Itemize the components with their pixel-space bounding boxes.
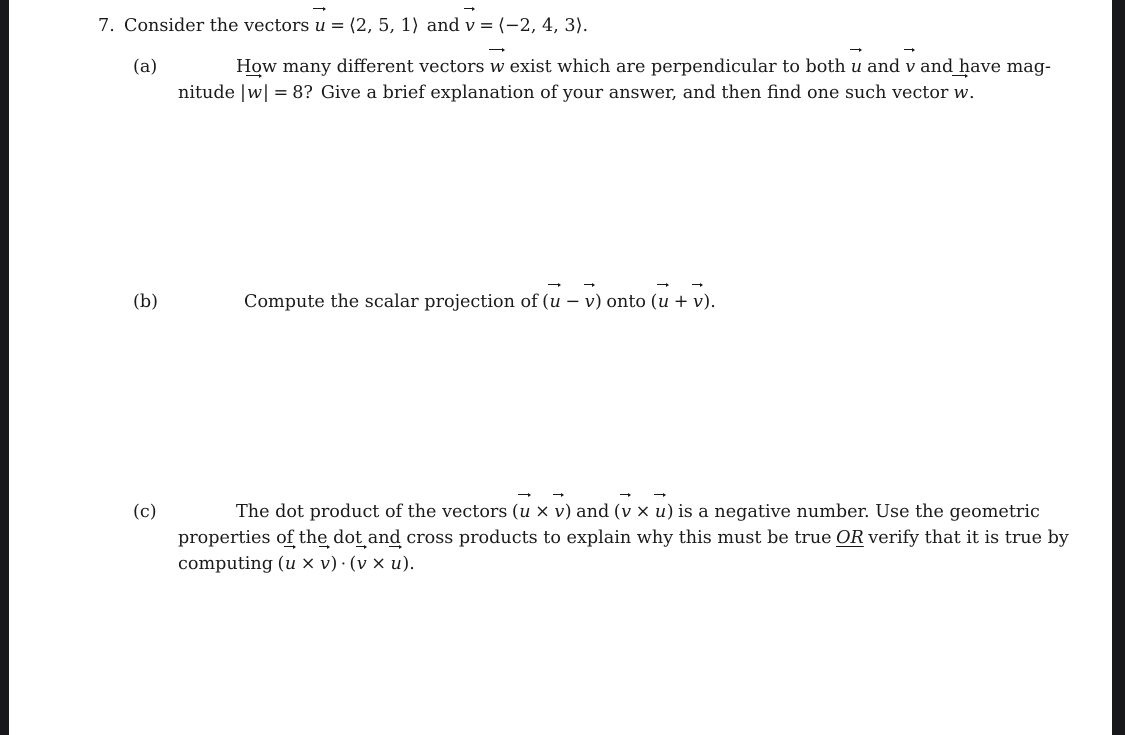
part-c-text-4: verify that it is true by bbox=[868, 528, 1069, 548]
stem-conjunction: and bbox=[426, 16, 460, 36]
abs-bar-open: | bbox=[240, 83, 246, 103]
paren-close-c2: ) bbox=[666, 502, 674, 522]
part-c-line-1: (c) The dot product of the vectors (u × v) an… bbox=[133, 493, 1078, 525]
part-c-expr-3: (u × v) bbox=[277, 545, 337, 577]
paren-open-c3: ( bbox=[277, 554, 285, 574]
part-c-expr-4: (v × u) bbox=[349, 545, 409, 577]
part-a-text-2: exist which are perpendicular to both bbox=[509, 57, 846, 77]
part-a-line-2: nitude |w| = 8? Give a brief explanation of … bbox=[133, 74, 1078, 106]
scan-band-right bbox=[1112, 0, 1125, 735]
vector-u-symbol-b2: u bbox=[656, 283, 670, 315]
part-b-period: . bbox=[710, 292, 716, 312]
part-c-emphasis-or: OR bbox=[836, 528, 864, 548]
part-a-text-4: and have mag- bbox=[920, 57, 1051, 77]
document-page: 7. Consider the vectors u = ⟨2, 5, 1⟩ and v = ⟨−… bbox=[9, 0, 1112, 735]
part-c-text-3: properties of the dot and cross products… bbox=[178, 528, 832, 548]
equals-sign: = bbox=[330, 16, 346, 36]
part-b-label: (b) bbox=[133, 292, 158, 312]
vector-u-symbol-a: u bbox=[849, 48, 863, 80]
part-c-expr-1: (u × v) bbox=[511, 493, 572, 525]
vector-v-components: ⟨−2, 4, 3⟩ bbox=[498, 16, 583, 36]
vector-v-symbol-c4: v bbox=[355, 545, 367, 577]
minus-sign-b: − bbox=[565, 292, 581, 312]
vector-v-symbol-b1: v bbox=[583, 283, 595, 315]
part-a-text-6: Give a brief explanation of your answer,… bbox=[320, 83, 949, 103]
vector-w-symbol-magnitude: w bbox=[245, 74, 263, 106]
cross-sign-c2: × bbox=[635, 502, 651, 522]
stem-text-before: Consider the vectors bbox=[124, 16, 310, 36]
vector-u-symbol: u bbox=[313, 7, 327, 39]
vector-u-symbol-c2: u bbox=[653, 493, 667, 525]
part-a-text-3: and bbox=[867, 57, 901, 77]
part-b-expr-1: (u − v) bbox=[542, 283, 602, 315]
vector-v-symbol-c1: v bbox=[553, 493, 565, 525]
part-b-connector: onto bbox=[606, 292, 646, 312]
paren-open-c1: ( bbox=[511, 502, 519, 522]
paren-open-b1: ( bbox=[542, 292, 549, 312]
paren-open-b2: ( bbox=[650, 292, 658, 312]
cross-sign-c3: × bbox=[300, 554, 316, 574]
part-c-text-5: computing bbox=[178, 554, 274, 574]
part-a-line-1: (a) How many different vectors w exist whic… bbox=[133, 48, 1078, 80]
part-c-text-2: is a negative number. Use the geometric bbox=[678, 502, 1040, 522]
part-b-expr-2: (u + v) bbox=[650, 283, 710, 315]
stem-period: . bbox=[582, 16, 589, 36]
magnitude-value: 8 bbox=[292, 83, 304, 103]
vector-v-symbol-c2: v bbox=[620, 493, 632, 525]
part-c-expr-2: (v × u) bbox=[613, 493, 674, 525]
vector-v-symbol-c3: v bbox=[318, 545, 330, 577]
vector-u-symbol-c1: u bbox=[518, 493, 531, 525]
part-c-connector: and bbox=[576, 502, 610, 522]
part-b-line-1: (b) Compute the scalar projection of (u − v)… bbox=[133, 283, 1078, 315]
paren-close-b1: ) bbox=[595, 292, 602, 312]
vector-u-symbol-c4: u bbox=[389, 545, 403, 577]
paren-close-c1: ) bbox=[564, 502, 572, 522]
vector-u-components: ⟨2, 5, 1⟩ bbox=[349, 16, 419, 36]
paren-open-c4: ( bbox=[349, 554, 357, 574]
problem-number: 7. bbox=[98, 16, 115, 36]
problem-part-a: (a) How many different vectors w exist whic… bbox=[133, 48, 1078, 106]
vector-u-symbol-c3: u bbox=[283, 545, 297, 577]
dot-product-operator: · bbox=[340, 554, 346, 573]
problem-part-c: (c) The dot product of the vectors (u × v) an… bbox=[133, 493, 1078, 577]
part-a-text-1: How many different vectors bbox=[236, 57, 485, 77]
part-a-text-5: nitude bbox=[178, 83, 236, 103]
part-c-period: . bbox=[409, 554, 415, 574]
vector-u-symbol-b1: u bbox=[548, 283, 562, 315]
part-c-text-1: The dot product of the vectors bbox=[236, 502, 508, 522]
vector-w-symbol: w bbox=[488, 48, 505, 80]
part-c-label: (c) bbox=[133, 502, 157, 522]
part-c-line-2: properties of the dot and cross products… bbox=[133, 525, 1078, 551]
cross-sign-c1: × bbox=[535, 502, 550, 522]
paren-open-c2: ( bbox=[613, 502, 621, 522]
part-a-label: (a) bbox=[133, 57, 158, 77]
vector-w-symbol-trailing: w bbox=[952, 74, 969, 106]
cross-sign-c4: × bbox=[371, 554, 386, 574]
vector-v-symbol: v bbox=[463, 7, 475, 39]
scan-band-left bbox=[0, 0, 9, 735]
plus-sign-b: + bbox=[673, 292, 689, 312]
vector-v-symbol-a: v bbox=[904, 48, 916, 80]
problem-stem: 7. Consider the vectors u = ⟨2, 5, 1⟩ and v = ⟨−… bbox=[98, 7, 589, 39]
equals-sign-a: = bbox=[273, 83, 289, 103]
vector-v-symbol-b2: v bbox=[691, 283, 703, 315]
problem-part-b: (b) Compute the scalar projection of (u − v)… bbox=[133, 283, 1078, 315]
part-b-text-1: Compute the scalar projection of bbox=[244, 292, 538, 312]
part-a-question-mark: ? bbox=[303, 83, 313, 103]
part-c-line-3: computing (u × v) · (v × u). bbox=[133, 545, 1078, 577]
equals-sign-2: = bbox=[479, 16, 495, 36]
part-a-period: . bbox=[968, 83, 975, 103]
